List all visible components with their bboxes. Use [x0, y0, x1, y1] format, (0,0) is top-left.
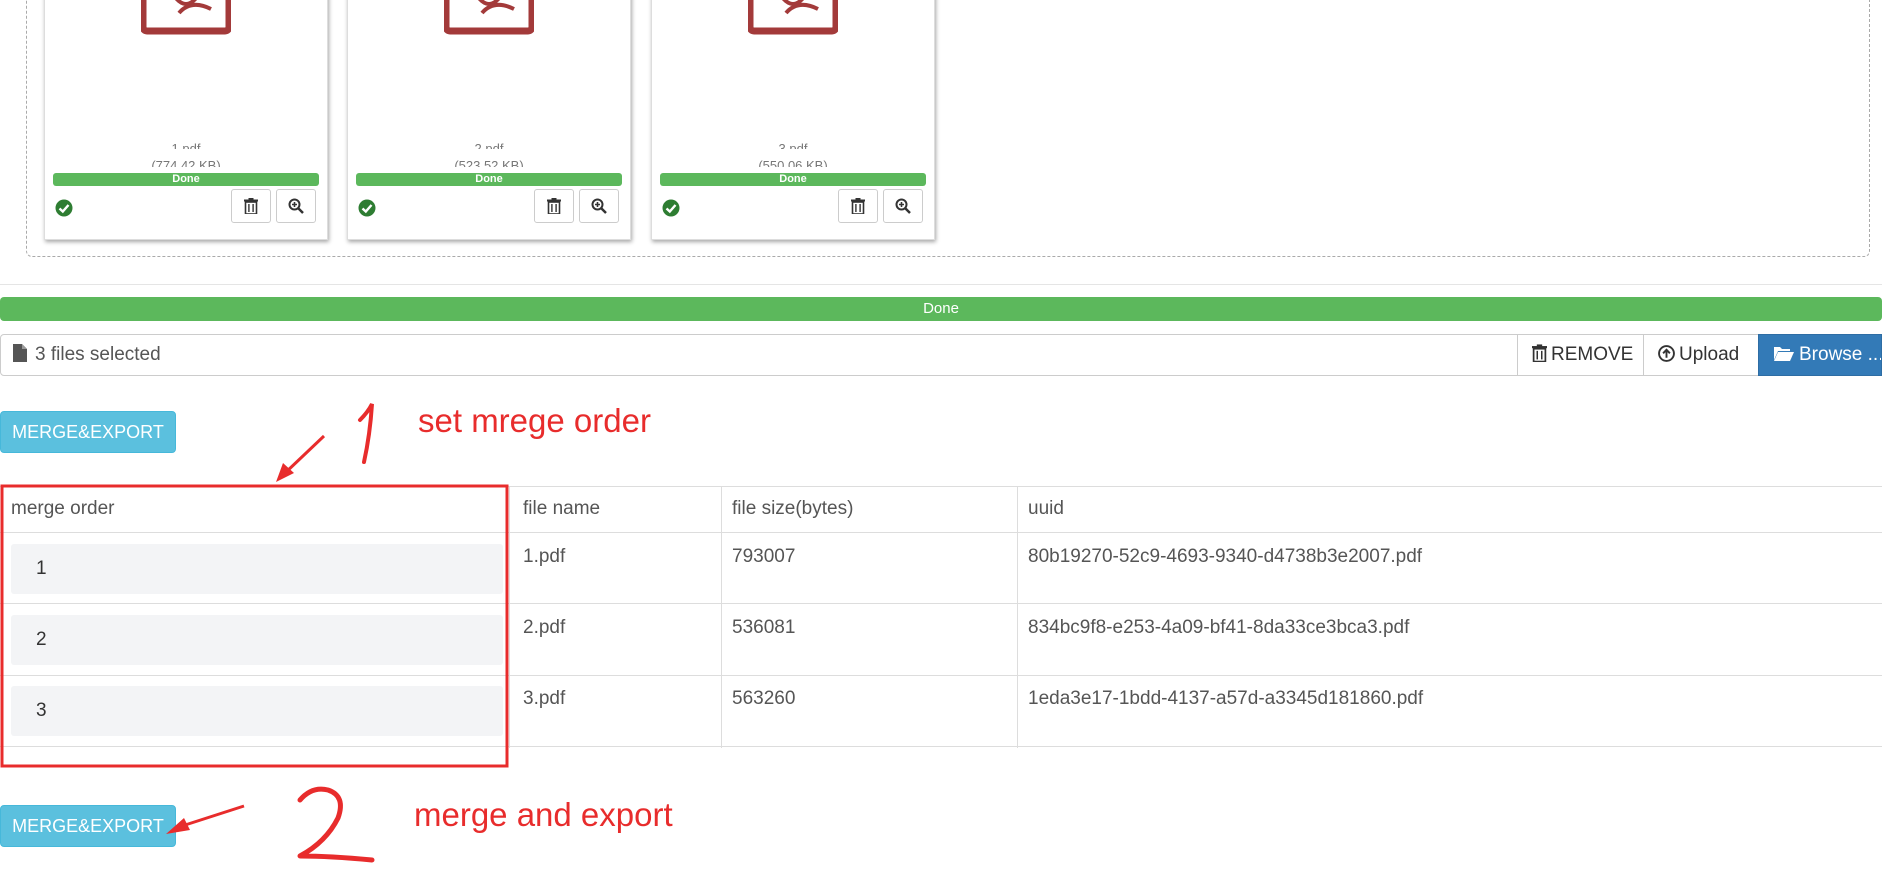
remove-all-label: REMOVE — [1551, 344, 1634, 365]
file-name-cell: 3.pdf — [523, 688, 566, 709]
preview-progress-bar: Done — [53, 173, 319, 186]
annotation-number-2 — [297, 786, 375, 863]
annotation-arrow-1 — [282, 434, 326, 476]
column-header-file-name: file name — [523, 498, 601, 519]
file-name-cell: 1.pdf — [523, 546, 566, 567]
upload-button[interactable]: Upload — [1643, 334, 1759, 376]
file-size-cell: 793007 — [732, 546, 796, 567]
zoom-in-icon — [895, 198, 911, 214]
preview-area: 1.pdf (774.42 KB) Done 2.pdf (523.52 KB)… — [26, 0, 1870, 257]
pdf-file-icon — [748, 0, 838, 35]
column-header-uuid: uuid — [1028, 498, 1064, 519]
preview-progress-bar: Done — [660, 173, 926, 186]
file-preview-card: 1.pdf (774.42 KB) Done — [44, 0, 328, 240]
file-caption: 3 files selected — [0, 334, 1518, 376]
uuid-cell: 834bc9f8-e253-4a09-bf41-8da33ce3bca3.pdf — [1028, 617, 1410, 638]
files-table: merge order file name file size(bytes) u… — [0, 486, 1882, 748]
merge-export-button[interactable]: MERGE&EXPORT — [0, 411, 176, 453]
preview-file-size: (774.42 KB) — [151, 158, 221, 167]
annotation-arrowhead-1 — [276, 463, 294, 482]
file-preview-card: 2.pdf (523.52 KB) Done — [347, 0, 631, 240]
file-icon — [13, 344, 27, 362]
browse-button[interactable]: Browse ... — [1758, 334, 1882, 376]
remove-file-button[interactable] — [534, 189, 574, 223]
preview-file-name: 3.pdf — [778, 141, 808, 149]
check-circle-icon — [358, 199, 376, 217]
preview-file-name: 2.pdf — [474, 141, 504, 149]
remove-file-button[interactable] — [231, 189, 271, 223]
overall-progress-bar: Done — [0, 297, 1882, 321]
annotation-arrow-2 — [181, 804, 245, 828]
file-size-cell: 563260 — [732, 688, 796, 709]
zoom-file-button[interactable] — [883, 189, 923, 223]
zoom-in-icon — [288, 198, 304, 214]
browse-label: Browse ... — [1799, 344, 1882, 365]
merge-order-input[interactable]: 1 — [11, 544, 503, 594]
file-preview-card: 3.pdf (550.06 KB) Done — [651, 0, 935, 240]
zoom-file-button[interactable] — [579, 189, 619, 223]
column-header-file-size: file size(bytes) — [732, 498, 854, 519]
file-size-cell: 536081 — [732, 617, 796, 638]
trash-icon — [244, 198, 258, 214]
upload-icon — [1658, 345, 1675, 362]
pdf-file-icon — [444, 0, 534, 35]
annotation-step2-text: merge and export — [414, 796, 673, 833]
upload-label: Upload — [1679, 344, 1740, 365]
annotation-number-1 — [358, 403, 374, 464]
preview-file-size: (550.06 KB) — [758, 158, 828, 167]
merge-order-input[interactable]: 2 — [11, 615, 503, 665]
merge-order-input[interactable]: 3 — [11, 686, 503, 736]
check-circle-icon — [662, 199, 680, 217]
remove-file-button[interactable] — [838, 189, 878, 223]
zoom-in-icon — [591, 198, 607, 214]
pdf-file-icon — [141, 0, 231, 35]
file-name-cell: 2.pdf — [523, 617, 566, 638]
check-circle-icon — [55, 199, 73, 217]
trash-icon — [1532, 344, 1547, 363]
preview-file-name: 1.pdf — [171, 141, 201, 149]
zoom-file-button[interactable] — [276, 189, 316, 223]
preview-file-size: (523.52 KB) — [454, 158, 524, 167]
annotation-step1-text: set mrege order — [418, 402, 651, 439]
column-header-merge-order: merge order — [11, 498, 115, 519]
trash-icon — [851, 198, 865, 214]
uuid-cell: 80b19270-52c9-4693-9340-d4738b3e2007.pdf — [1028, 546, 1423, 567]
uuid-cell: 1eda3e17-1bdd-4137-a57d-a3345d181860.pdf — [1028, 688, 1424, 709]
trash-icon — [547, 198, 561, 214]
merge-export-button[interactable]: MERGE&EXPORT — [0, 805, 176, 847]
folder-open-icon — [1774, 347, 1794, 361]
preview-progress-bar: Done — [356, 173, 622, 186]
upload-dropzone: 1.pdf (774.42 KB) Done 2.pdf (523.52 KB)… — [0, 0, 1882, 285]
remove-all-button[interactable]: REMOVE — [1517, 334, 1644, 376]
file-caption-text: 3 files selected — [35, 344, 161, 365]
